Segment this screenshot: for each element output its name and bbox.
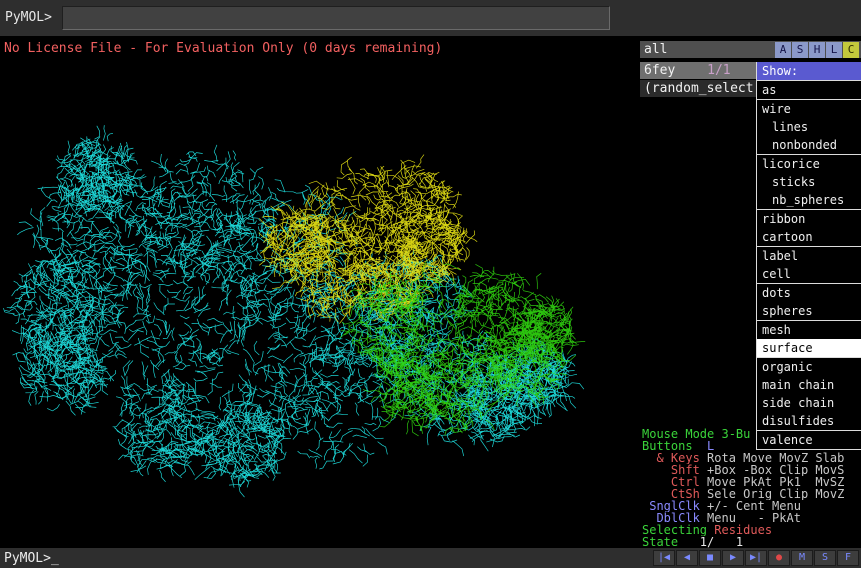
- action-button-s[interactable]: S: [792, 42, 808, 58]
- menu-item-ribbon[interactable]: ribbon: [757, 210, 861, 228]
- object-row-6fey-label[interactable]: 6fey: [640, 63, 675, 78]
- show-menu-group: licorice sticks nb_spheres: [757, 154, 861, 209]
- top-prompt-label: PyMOL>: [5, 10, 52, 25]
- mouse-panel-line: Shft +Box -Box Clip MovS: [640, 464, 861, 476]
- show-menu-group: as: [757, 80, 861, 99]
- vcr-step-back-button[interactable]: ◀: [676, 550, 698, 566]
- mouse-panel-text: L: [692, 440, 715, 452]
- menu-item-surface[interactable]: surface: [757, 339, 861, 357]
- mouse-panel-text: Buttons: [642, 440, 693, 452]
- mouse-panel-text: Menu - PkAt: [699, 512, 801, 524]
- license-warning: No License File - For Evaluation Only (0…: [4, 41, 443, 56]
- show-menu-items: as wire lines nonbonded licorice sticks nb_sph…: [757, 80, 861, 449]
- mouse-panel-text: Mouse Mode 3-Bu: [642, 428, 751, 440]
- menu-item-nb-spheres[interactable]: nb_spheres: [757, 191, 861, 209]
- vcr-scene-button[interactable]: S: [814, 550, 836, 566]
- vcr-forward-end-button[interactable]: ▶|: [745, 550, 767, 566]
- mouse-panel-text: DblClk: [642, 512, 700, 524]
- mouse-panel-line: State 1/ 1: [640, 536, 861, 548]
- mouse-panel-text: Shft: [642, 464, 700, 476]
- object-row-all[interactable]: all A S H L C: [640, 41, 861, 58]
- pymol-window: PyMOL> No License File - For Evaluation …: [0, 0, 861, 568]
- object-state-count: 1/1: [707, 63, 731, 78]
- molecule-mesh: [3, 125, 586, 498]
- menu-item-label[interactable]: label: [757, 247, 861, 265]
- object-row-selection-label[interactable]: (random_select: [640, 81, 754, 96]
- menu-item-nonbonded[interactable]: nonbonded: [757, 136, 861, 154]
- mouse-panel-text: Selecting: [642, 524, 715, 536]
- show-menu-group: mesh surface: [757, 320, 861, 357]
- mouse-panel-line: SnglClk +/- Cent Menu: [640, 500, 861, 512]
- mouse-panel-line: & Keys Rota Move MovZ Slab: [640, 452, 861, 464]
- molecule-mesh-chain-green: [338, 260, 586, 437]
- mouse-panel-text: CtSh: [642, 488, 700, 500]
- menu-item-as[interactable]: as: [757, 81, 861, 99]
- menu-item-cartoon[interactable]: cartoon: [757, 228, 861, 246]
- vcr-play-button[interactable]: ▶: [722, 550, 744, 566]
- show-menu-group: dots spheres: [757, 283, 861, 320]
- vcr-stop-button[interactable]: ■: [699, 550, 721, 566]
- menu-item-wire[interactable]: wire: [757, 100, 861, 118]
- menu-item-lines[interactable]: lines: [757, 118, 861, 136]
- menu-item-sticks[interactable]: sticks: [757, 173, 861, 191]
- menu-item-dots[interactable]: dots: [757, 284, 861, 302]
- mouse-panel-text: +/- Cent Menu: [699, 500, 801, 512]
- action-buttons: A S H L C: [775, 41, 859, 58]
- mouse-panel-text: Move PkAt Pk1 MvSZ: [699, 476, 845, 488]
- menu-item-side-chain[interactable]: side chain: [757, 394, 861, 412]
- show-menu-group: valence: [757, 430, 861, 449]
- mouse-panel-text: +Box -Box Clip MovS: [699, 464, 845, 476]
- show-menu-popup: Show: as wire lines nonbonded licorice sticks…: [756, 62, 861, 450]
- show-menu-group: wire lines nonbonded: [757, 99, 861, 154]
- mouse-panel-text: Residues: [714, 524, 773, 536]
- show-menu-title: Show:: [757, 62, 861, 80]
- molecule-mesh-chain-yellow: [258, 154, 478, 324]
- show-menu-group: organic main chain side chain disulfides: [757, 357, 861, 430]
- show-menu-group: ribbon cartoon: [757, 209, 861, 246]
- mouse-panel-line: CtSh Sele Orig Clip MovZ: [640, 488, 861, 500]
- menu-item-spheres[interactable]: spheres: [757, 302, 861, 320]
- mouse-panel-text: Ctrl: [642, 476, 700, 488]
- mouse-panel-text: Sele Orig Clip MovZ: [699, 488, 845, 500]
- menu-item-disulfides[interactable]: disulfides: [757, 412, 861, 430]
- command-line-prompt[interactable]: PyMOL>_: [4, 551, 59, 566]
- menu-item-licorice[interactable]: licorice: [757, 155, 861, 173]
- vcr-fullscreen-button[interactable]: F: [837, 550, 859, 566]
- movie-controls: |◀ ◀ ■ ▶ ▶| ● M S F: [653, 550, 859, 566]
- mouse-panel-text: SnglClk: [642, 500, 700, 512]
- menu-item-mesh[interactable]: mesh: [757, 321, 861, 339]
- mouse-panel-line: Ctrl Move PkAt Pk1 MvSZ: [640, 476, 861, 488]
- mouse-panel-line: DblClk Menu - PkAt: [640, 512, 861, 524]
- menu-item-cell[interactable]: cell: [757, 265, 861, 283]
- action-button-l[interactable]: L: [826, 42, 842, 58]
- action-button-c[interactable]: C: [843, 42, 859, 58]
- viewport-3d[interactable]: No License File - For Evaluation Only (0…: [0, 36, 640, 548]
- bottom-command-bar: PyMOL>_ |◀ ◀ ■ ▶ ▶| ● M S F: [0, 548, 861, 568]
- mouse-panel-line: Selecting Residues: [640, 524, 861, 536]
- mouse-panel-text: 1/ 1: [685, 536, 744, 548]
- action-button-h[interactable]: H: [809, 42, 825, 58]
- vcr-record-button[interactable]: ●: [768, 550, 790, 566]
- command-input[interactable]: [62, 6, 610, 30]
- menu-item-organic[interactable]: organic: [757, 358, 861, 376]
- vcr-rewind-start-button[interactable]: |◀: [653, 550, 675, 566]
- molecule-mesh-chain-cyan: [3, 125, 585, 498]
- vcr-movie-button[interactable]: M: [791, 550, 813, 566]
- show-menu-group: label cell: [757, 246, 861, 283]
- object-row-all-label[interactable]: all: [640, 42, 667, 57]
- action-button-a[interactable]: A: [775, 42, 791, 58]
- top-command-bar: PyMOL>: [0, 0, 861, 36]
- mouse-panel-text: Rota Move MovZ Slab: [699, 452, 845, 464]
- menu-item-main-chain[interactable]: main chain: [757, 376, 861, 394]
- mouse-panel-text: & Keys: [642, 452, 700, 464]
- menu-item-valence[interactable]: valence: [757, 431, 861, 449]
- mouse-panel-text: State: [642, 536, 686, 548]
